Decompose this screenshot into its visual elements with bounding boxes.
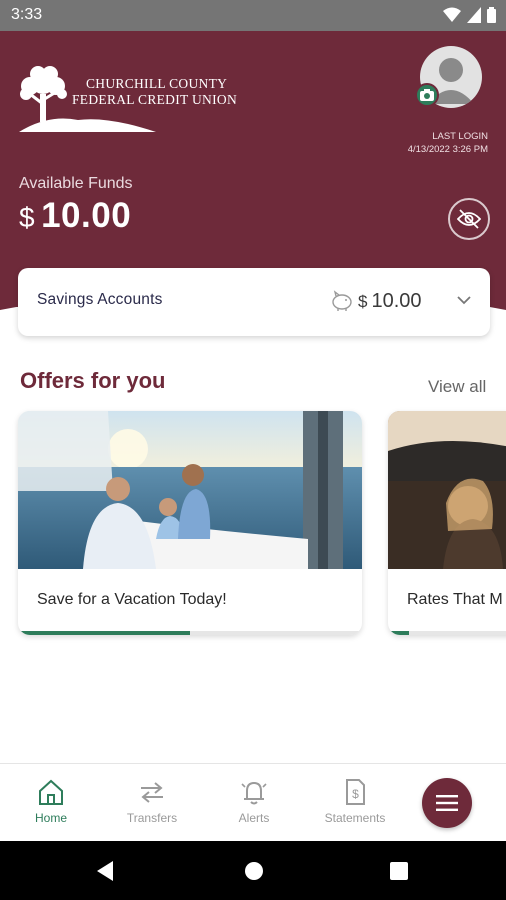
home-circle-icon[interactable]	[244, 861, 264, 881]
home-icon	[39, 779, 63, 805]
nav-statements-label: Statements	[324, 811, 386, 825]
android-nav-bar	[0, 841, 506, 900]
battery-icon	[487, 7, 496, 23]
bell-icon	[241, 781, 267, 805]
statement-icon: $	[346, 779, 365, 805]
hide-balance-button[interactable]	[448, 198, 490, 240]
offer-label: Rates That M	[407, 591, 503, 608]
camera-button[interactable]	[415, 83, 439, 107]
currency-symbol: $	[19, 202, 36, 233]
bottom-navigation: Home Transfers Alerts $ Statements	[0, 763, 506, 841]
svg-text:$: $	[352, 787, 359, 801]
chevron-down-icon[interactable]	[456, 294, 472, 306]
offer-image-vacation	[18, 411, 362, 569]
recents-icon[interactable]	[390, 862, 408, 880]
last-login-label: LAST LOGIN	[432, 131, 488, 142]
credit-union-name: CHURCHILL COUNTY FEDERAL CREDIT UNION	[72, 76, 237, 108]
offer-progress-fill	[388, 631, 409, 635]
nav-home-label: Home	[34, 811, 67, 825]
account-balance-value: 10.00	[371, 290, 422, 312]
hamburger-icon	[436, 795, 458, 811]
offer-progress-fill	[18, 631, 190, 635]
offer-card[interactable]: Rates That M	[388, 411, 506, 635]
logo-line1: CHURCHILL COUNTY	[86, 76, 228, 91]
status-time: 3:33	[11, 6, 43, 23]
offer-image-rates	[388, 411, 506, 569]
nav-alerts-label: Alerts	[238, 811, 270, 825]
available-funds-amount: $10.00	[19, 196, 131, 236]
view-all-link[interactable]: View all	[428, 377, 486, 397]
camera-icon	[420, 89, 434, 101]
offer-label: Save for a Vacation Today!	[37, 591, 227, 608]
nav-home[interactable]: Home	[6, 778, 96, 825]
available-funds-label: Available Funds	[19, 175, 133, 192]
account-name: Savings Accounts	[37, 291, 163, 308]
menu-button[interactable]	[422, 778, 472, 828]
logo-line2: FEDERAL CREDIT UNION	[72, 92, 237, 107]
piggy-bank-icon	[332, 290, 352, 311]
status-icons	[443, 7, 496, 23]
nav-transfers-label: Transfers	[126, 811, 178, 825]
nav-alerts[interactable]: Alerts	[209, 778, 299, 825]
eye-off-icon	[457, 209, 481, 229]
profile-avatar[interactable]	[415, 46, 482, 108]
last-login-value: 4/13/2022 3:26 PM	[407, 144, 488, 155]
back-icon[interactable]	[95, 860, 115, 882]
offer-card[interactable]: Save for a Vacation Today!	[18, 411, 362, 635]
account-balance: $10.00	[358, 290, 422, 313]
last-login: LAST LOGIN 4/13/2022 3:26 PM	[408, 130, 488, 156]
app-screen: 3:33 CHURCHILL COUNTY FEDERAL CREDIT UNI…	[0, 0, 506, 900]
offers-title: Offers for you	[20, 368, 166, 393]
transfers-icon	[141, 782, 163, 803]
nav-transfers[interactable]: Transfers	[107, 778, 197, 825]
savings-account-card[interactable]: Savings Accounts $10.00	[18, 268, 490, 336]
status-bar: 3:33	[0, 0, 506, 31]
signal-icon	[467, 7, 481, 23]
account-currency: $	[358, 292, 368, 311]
wifi-icon	[443, 7, 461, 22]
available-funds-value: 10.00	[41, 196, 132, 235]
nav-statements[interactable]: $ Statements	[310, 778, 400, 825]
